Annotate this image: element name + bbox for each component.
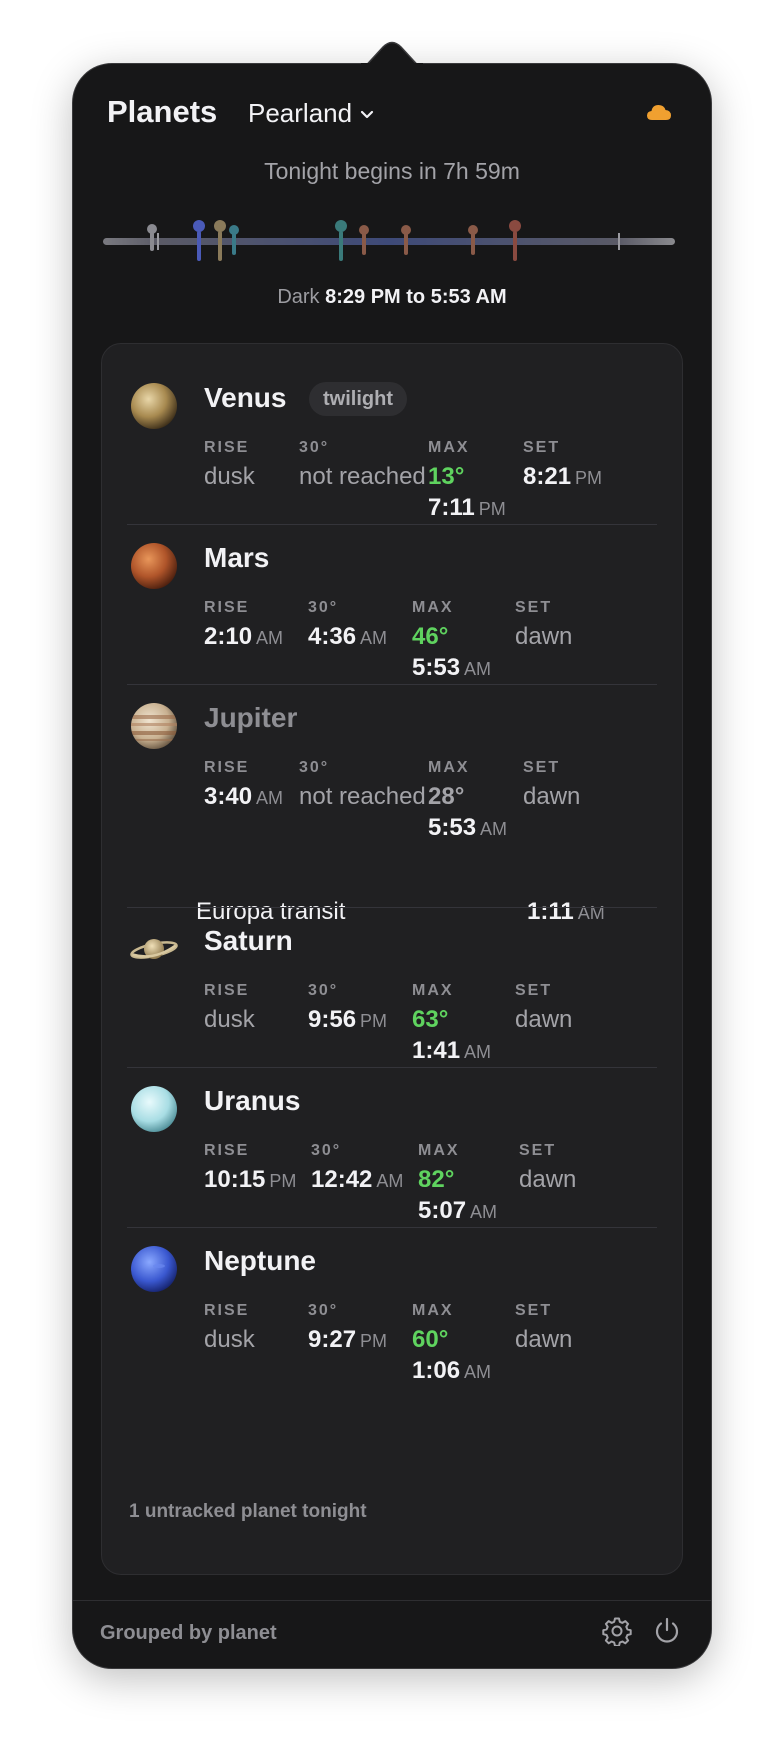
- dark-label: Dark: [277, 286, 320, 308]
- rise-column: RISE 10:15 PM: [204, 1142, 297, 1193]
- tonight-countdown: Tonight begins in 7h 59m: [264, 158, 520, 184]
- app-title: Planets: [107, 94, 218, 129]
- footer-divider: [73, 1600, 711, 1601]
- planet-list: Venus twilight RISE dusk 30° not reached…: [101, 343, 683, 1575]
- max-column: MAX 82° 5:07 AM: [418, 1142, 498, 1224]
- divider: [127, 1067, 657, 1068]
- rise-column: RISE dusk: [204, 982, 255, 1033]
- gear-icon[interactable]: [602, 1616, 632, 1646]
- status-badge: twilight: [309, 382, 407, 416]
- rise-column: RISE dusk: [204, 1302, 255, 1353]
- divider: [127, 524, 657, 525]
- max-column: MAX 63° 1:41 AM: [412, 982, 492, 1064]
- alt30-column: 30° 4:36 AM: [308, 599, 388, 650]
- alt30-column: 30° 9:27 PM: [308, 1302, 388, 1353]
- rise-column: RISE dusk: [204, 439, 255, 490]
- planet-name: Venus: [204, 382, 287, 413]
- max-column: MAX 13° 7:11 PM: [428, 439, 506, 521]
- power-icon[interactable]: [652, 1616, 682, 1646]
- divider: [127, 1227, 657, 1228]
- location-picker[interactable]: Pearland: [248, 98, 374, 129]
- location-label: Pearland: [248, 98, 353, 128]
- divider: [127, 907, 657, 908]
- alt30-column: 30° 9:56 PM: [308, 982, 388, 1033]
- planet-name: Jupiter: [204, 702, 298, 733]
- mars-icon: [131, 543, 177, 589]
- night-timeline[interactable]: [103, 209, 683, 279]
- popover-arrow: [361, 41, 423, 71]
- untracked-note: 1 untracked planet tonight: [129, 1501, 367, 1522]
- event-name: Europa transit: [196, 898, 346, 925]
- planets-popover: Planets Pearland Tonight begins in 7h 59…: [72, 63, 712, 1669]
- divider: [127, 684, 657, 685]
- max-column: MAX 28° 5:53 AM: [428, 759, 508, 841]
- chevron-down-icon: [360, 110, 374, 118]
- alt30-column: 30° not reached: [299, 759, 426, 810]
- dark-range: 8:29 PM to 5:53 AM: [325, 286, 507, 308]
- rise-column: RISE 2:10 AM: [204, 599, 284, 650]
- set-column: SET dawn: [519, 1142, 577, 1193]
- cloud-icon[interactable]: [646, 103, 672, 121]
- uranus-icon: [131, 1086, 177, 1132]
- planet-name: Mars: [204, 542, 270, 573]
- planet-name: Saturn: [204, 925, 293, 956]
- set-column: SET 8:21 PM: [523, 439, 603, 490]
- neptune-icon: [131, 1246, 177, 1292]
- alt30-column: 30° not reached: [299, 439, 426, 490]
- saturn-icon: [130, 939, 178, 959]
- set-column: SET dawn: [523, 759, 581, 810]
- set-column: SET dawn: [515, 1302, 573, 1353]
- dark-window: Dark 8:29 PM to 5:53 AM: [73, 286, 711, 309]
- jupiter-icon: [131, 703, 177, 749]
- grouping-label[interactable]: Grouped by planet: [100, 1622, 277, 1645]
- event-time: 1:11 AM: [527, 898, 605, 925]
- planet-name: Neptune: [204, 1245, 316, 1276]
- alt30-column: 30° 12:42 AM: [311, 1142, 404, 1193]
- planet-name: Uranus: [204, 1085, 301, 1116]
- venus-marker: [147, 224, 157, 251]
- venus-icon: [131, 383, 177, 429]
- max-column: MAX 46° 5:53 AM: [412, 599, 492, 681]
- timeline-track: [103, 238, 675, 245]
- rise-column: RISE 3:40 AM: [204, 759, 284, 810]
- set-column: SET dawn: [515, 982, 573, 1033]
- set-column: SET dawn: [515, 599, 573, 650]
- max-column: MAX 60° 1:06 AM: [412, 1302, 492, 1384]
